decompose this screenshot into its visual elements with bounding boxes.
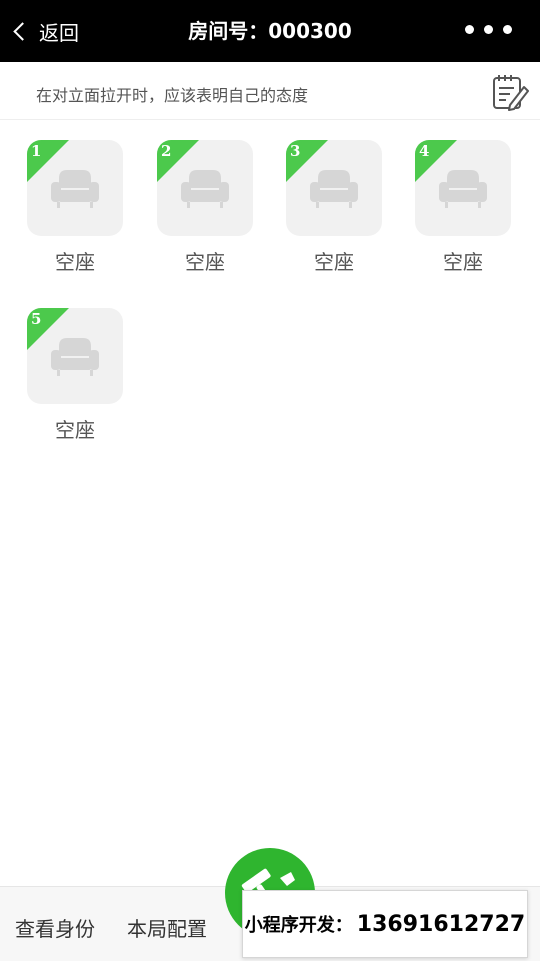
page-title: 房间号：000300 bbox=[188, 19, 352, 43]
promo-banner: 小程序开发： 13691612727 bbox=[242, 890, 528, 958]
promo-phone: 13691612727 bbox=[356, 911, 526, 937]
armchair-icon bbox=[310, 170, 358, 208]
more-dots-icon[interactable] bbox=[465, 25, 512, 34]
armchair-icon bbox=[51, 170, 99, 208]
seat-number: 5 bbox=[31, 310, 42, 328]
seat-tile: 2 bbox=[157, 140, 253, 236]
seat-tile: 4 bbox=[415, 140, 511, 236]
seat-1[interactable]: 1 空座 bbox=[27, 140, 127, 280]
seat-number: 2 bbox=[161, 142, 172, 160]
promo-label: 小程序开发： bbox=[244, 915, 353, 936]
seat-4[interactable]: 4 空座 bbox=[415, 140, 515, 280]
seat-2[interactable]: 2 空座 bbox=[157, 140, 257, 280]
seat-number: 3 bbox=[290, 142, 301, 160]
seat-label: 空座 bbox=[314, 250, 354, 274]
seat-3[interactable]: 3 空座 bbox=[286, 140, 386, 280]
seat-tile: 1 bbox=[27, 140, 123, 236]
seat-tile: 5 bbox=[27, 308, 123, 404]
seat-label: 空座 bbox=[443, 250, 483, 274]
armchair-icon bbox=[181, 170, 229, 208]
seat-label: 空座 bbox=[185, 250, 225, 274]
seat-number: 4 bbox=[419, 142, 430, 160]
armchair-icon bbox=[51, 338, 99, 376]
seat-number: 1 bbox=[31, 142, 42, 160]
seat-tile: 3 bbox=[286, 140, 382, 236]
seat-label: 空座 bbox=[55, 250, 95, 274]
seat-label: 空座 bbox=[55, 418, 95, 442]
notepad-edit-icon[interactable] bbox=[490, 72, 530, 112]
seat-5[interactable]: 5 空座 bbox=[27, 308, 127, 448]
armchair-icon bbox=[439, 170, 487, 208]
game-config-button[interactable]: 本局配置 bbox=[127, 913, 207, 942]
view-identity-button[interactable]: 查看身份 bbox=[15, 913, 95, 942]
notice-bar: 在对立面拉开时，应该表明自己的态度 bbox=[0, 62, 540, 120]
notice-text: 在对立面拉开时，应该表明自己的态度 bbox=[36, 86, 309, 105]
title-bar: 返回 房间号：000300 bbox=[0, 0, 540, 62]
